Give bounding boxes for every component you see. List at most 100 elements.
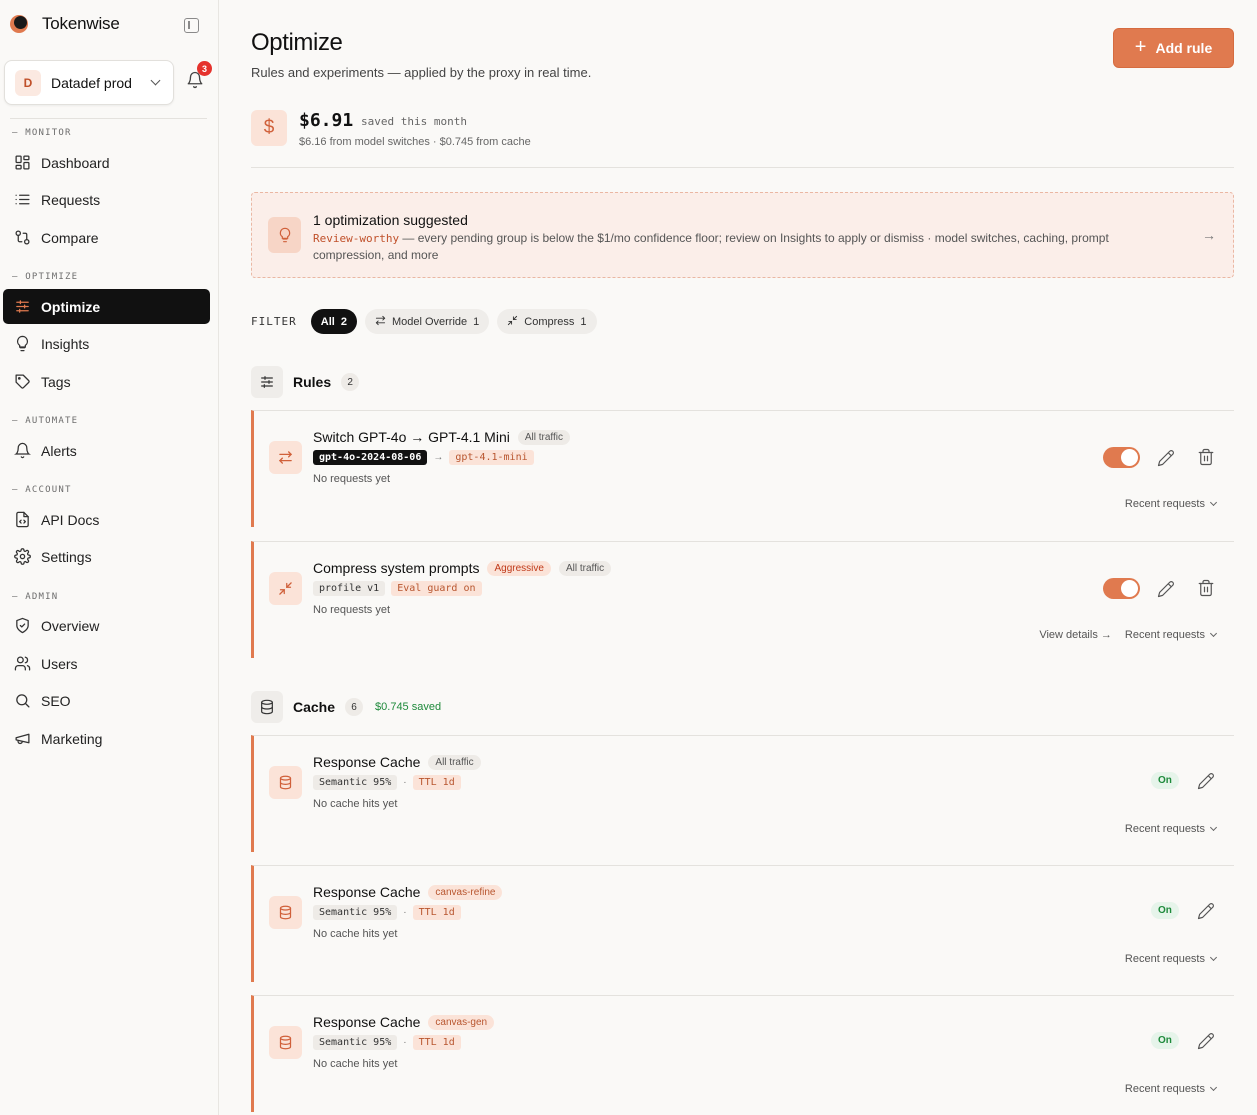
cache-config: Semantic 95% · TTL 1d [313, 905, 461, 920]
chip-count: 1 [580, 315, 587, 328]
sidebar-item-dashboard[interactable]: Dashboard [3, 145, 210, 180]
sidebar-divider [10, 118, 207, 119]
filter-chip-model-override[interactable]: Model Override 1 [364, 309, 490, 334]
add-rule-button[interactable]: + Add rule [1113, 28, 1234, 68]
chevron-down-icon [1209, 823, 1218, 832]
sidebar-item-label: Optimize [41, 298, 101, 315]
cache-name: Response Cache [313, 884, 421, 900]
eval-guard-chip: Eval guard on [391, 581, 482, 596]
scope-badge: All traffic [558, 560, 612, 576]
suggestion-title: 1 optimization suggested [313, 212, 468, 228]
workspace-switcher[interactable]: D Datadef prod [4, 60, 174, 105]
rule-footer: View details → Recent requests [1039, 629, 1218, 641]
sidebar-item-seo[interactable]: SEO [3, 683, 210, 718]
rules-group-header: Rules 2 [251, 366, 360, 398]
cache-config: Semantic 95% · TTL 1d [313, 1035, 461, 1050]
gear-icon [13, 548, 31, 566]
section-label-automate: — AUTOMATE [12, 416, 79, 426]
scope-badge: canvas-refine [428, 884, 503, 900]
filter-chip-compress[interactable]: Compress 1 [497, 309, 597, 334]
recent-requests-toggle[interactable]: Recent requests [1125, 953, 1218, 965]
recent-requests-toggle[interactable]: Recent requests [1125, 498, 1218, 510]
recent-requests-toggle[interactable]: Recent requests [1125, 823, 1218, 835]
sidebar-item-label: Alerts [41, 442, 77, 459]
rule-card: Compress system prompts Aggressive All t… [251, 541, 1234, 658]
rule-title: Switch GPT-4o → GPT-4.1 Mini [313, 429, 510, 445]
sidebar-item-label: Requests [41, 191, 101, 208]
filter-label: FILTER [251, 315, 297, 328]
notification-count-badge: 3 [197, 61, 212, 76]
sidebar-item-requests[interactable]: Requests [3, 182, 210, 217]
section-label-monitor: — MONITOR [12, 128, 72, 138]
sidebar-item-insights[interactable]: Insights [3, 326, 210, 361]
chevron-down-icon [1209, 1083, 1218, 1092]
rule-status: No requests yet [313, 473, 391, 485]
rule-enabled-toggle[interactable] [1103, 578, 1140, 599]
sidebar-item-settings[interactable]: Settings [3, 539, 210, 574]
savings-breakdown: $6.16 from model switches · $0.745 from … [299, 136, 531, 148]
sliders-icon [251, 366, 283, 398]
rule-enabled-toggle[interactable] [1103, 447, 1140, 468]
chevron-down-icon [1209, 498, 1218, 507]
collapse-sidebar-icon[interactable] [184, 18, 199, 33]
trash-icon[interactable] [1197, 579, 1215, 597]
cache-status: No cache hits yet [313, 1058, 398, 1070]
cache-config: Semantic 95% · TTL 1d [313, 775, 461, 790]
section-label-account: — ACCOUNT [12, 485, 72, 495]
cache-name: Response Cache [313, 754, 421, 770]
megaphone-icon [13, 730, 31, 748]
sliders-icon [13, 298, 31, 316]
sidebar-item-compare[interactable]: Compare [3, 220, 210, 255]
bell-icon [13, 442, 31, 460]
recent-requests-toggle[interactable]: Recent requests [1125, 629, 1218, 641]
sidebar-item-label: API Docs [41, 511, 100, 528]
sidebar-item-overview[interactable]: Overview [3, 608, 210, 643]
suggestion-description: Review-worthy — every pending group is b… [313, 230, 1183, 263]
sidebar-item-alerts[interactable]: Alerts [3, 433, 210, 468]
rules-count: 2 [341, 373, 360, 391]
scope-badge: All traffic [428, 754, 481, 770]
sidebar-item-marketing[interactable]: Marketing [3, 721, 210, 756]
edit-pencil-icon[interactable] [1157, 580, 1175, 598]
view-details-link[interactable]: View details → [1039, 629, 1112, 641]
brand-name: Tokenwise [42, 14, 120, 33]
cache-footer: Recent requests [1125, 1083, 1218, 1095]
cache-title: Cache [293, 699, 336, 715]
edit-pencil-icon[interactable] [1197, 902, 1215, 920]
arrow-right-icon[interactable]: → [1202, 227, 1216, 243]
sidebar-item-users[interactable]: Users [3, 646, 210, 681]
sidebar-item-label: SEO [41, 692, 71, 709]
status-badge: On [1151, 902, 1179, 919]
page-subtitle: Rules and experiments — applied by the p… [251, 65, 592, 80]
edit-pencil-icon[interactable] [1197, 1032, 1215, 1050]
cache-status: No cache hits yet [313, 928, 398, 940]
optimization-suggestion-banner[interactable]: 1 optimization suggested Review-worthy —… [251, 192, 1234, 278]
sidebar-item-tags[interactable]: Tags [3, 364, 210, 399]
sidebar-item-label: Settings [41, 548, 92, 565]
trash-icon[interactable] [1197, 448, 1215, 466]
profile-chip: profile v1 [313, 581, 386, 596]
edit-pencil-icon[interactable] [1197, 772, 1215, 790]
cache-saved: $0.745 saved [375, 701, 442, 713]
shield-icon [13, 617, 31, 635]
filter-chip-all[interactable]: All 2 [310, 309, 357, 334]
cache-footer: Recent requests [1125, 823, 1218, 835]
sidebar-item-label: Insights [41, 335, 90, 352]
sidebar-item-label: Compare [41, 229, 99, 246]
sidebar-item-api-docs[interactable]: API Docs [3, 502, 210, 537]
cache-group-header: Cache 6 $0.745 saved [251, 691, 441, 723]
arrow-right-icon: → [433, 452, 444, 463]
sidebar-item-optimize[interactable]: Optimize [3, 289, 210, 324]
file-code-icon [13, 511, 31, 529]
workspace-name: Datadef prod [51, 74, 132, 91]
swap-icon [269, 441, 302, 474]
chip-label: All [320, 315, 335, 328]
brand[interactable]: Tokenwise [10, 14, 120, 34]
recent-requests-toggle[interactable]: Recent requests [1125, 1083, 1218, 1095]
cache-card: Response Cache canvas-gen Semantic 95% ·… [251, 995, 1234, 1112]
cache-card: Response Cache canvas-refine Semantic 95… [251, 865, 1234, 982]
semantic-chip: Semantic 95% [313, 905, 398, 920]
edit-pencil-icon[interactable] [1157, 449, 1175, 467]
status-badge: On [1151, 772, 1179, 789]
dashboard-icon [13, 154, 31, 172]
